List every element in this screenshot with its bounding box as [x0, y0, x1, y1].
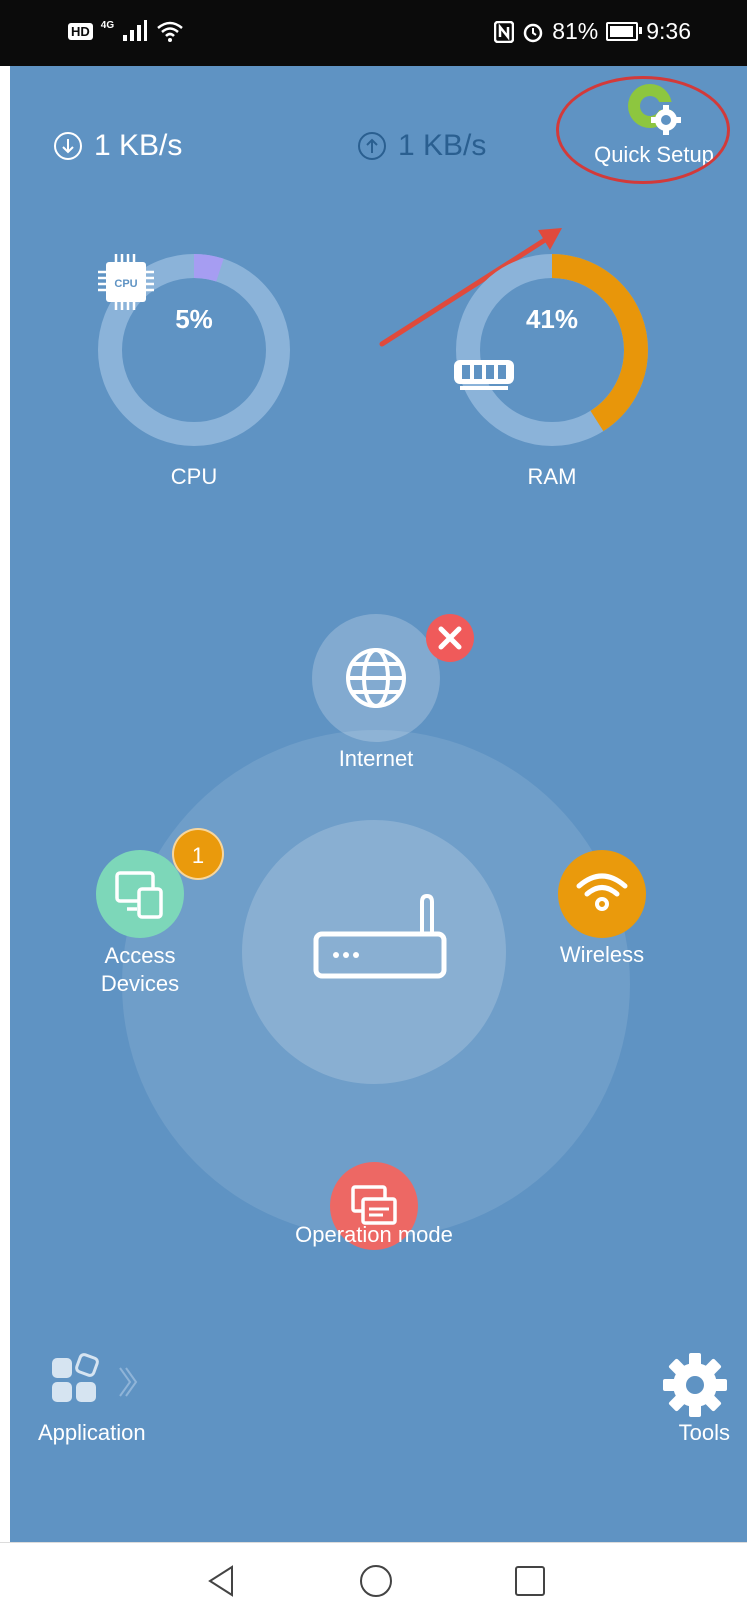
devices-icon [115, 871, 163, 919]
phone-screen: HD 4G 81% 9:36 1 KB/s 1 KB/s Quick Setup… [0, 0, 747, 1618]
upload-speed-value: 1 KB/s [398, 129, 487, 162]
access-devices-label-line2: Devices [100, 971, 180, 996]
cpu-chip-text: CPU [114, 278, 137, 290]
access-devices-count-badge: 1 [172, 828, 224, 880]
download-speed: 1 KB/s [52, 129, 182, 163]
internet-error-badge [426, 614, 474, 662]
globe-icon [346, 648, 406, 708]
ram-label: RAM [527, 464, 577, 489]
application-grid-icon [52, 1353, 138, 1402]
ram-gauge[interactable]: 41% [452, 250, 652, 450]
internet-label: Internet [338, 746, 414, 771]
error-x-icon [438, 626, 462, 650]
wifi-icon [576, 873, 628, 911]
router-dashboard: 1 KB/s 1 KB/s Quick Setup 5% CPU CPU 41%… [10, 66, 747, 1542]
download-speed-value: 1 KB/s [94, 129, 183, 162]
nfc-icon [494, 20, 515, 43]
download-icon [54, 132, 82, 160]
status-bar: HD 4G 81% 9:36 [0, 0, 747, 66]
cpu-label: CPU [170, 464, 218, 489]
wireless-label: Wireless [559, 942, 645, 967]
clock: 9:36 [646, 18, 691, 44]
access-devices-label: Access Devices [60, 942, 220, 998]
memory-icon [454, 360, 514, 390]
recents-icon[interactable] [510, 1561, 550, 1601]
status-left: HD 4G [68, 20, 184, 42]
access-devices-label-line1: Access [104, 943, 176, 968]
access-devices-button[interactable] [96, 850, 184, 938]
alarm-icon [523, 23, 543, 42]
wireless-button[interactable] [558, 850, 646, 938]
application-button[interactable]: Application [38, 1350, 178, 1446]
gear-icon [663, 1353, 727, 1417]
battery-icon [606, 22, 643, 41]
battery-percent: 81% [552, 18, 599, 44]
cpu-gauge[interactable]: 5% CPU [94, 250, 294, 450]
tools-button[interactable]: Tools [630, 1350, 730, 1446]
ram-value: 41% [525, 304, 579, 334]
operation-mode-label: Operation mode [295, 1222, 453, 1247]
upload-speed: 1 KB/s [356, 129, 486, 163]
tools-label: Tools [678, 1420, 730, 1445]
upload-icon [358, 132, 386, 160]
access-devices-count: 1 [191, 843, 205, 868]
wifi-status-icon [157, 21, 183, 42]
ram-gauge-ring [456, 254, 648, 446]
android-nav-bar [0, 1542, 747, 1618]
back-icon[interactable] [202, 1561, 242, 1601]
network-type: 4G [100, 19, 115, 31]
application-label: Application [38, 1420, 146, 1445]
status-right: 81% 9:36 [494, 18, 691, 45]
home-icon[interactable] [356, 1561, 396, 1601]
signal-icon [123, 20, 148, 41]
router-icon [313, 893, 447, 979]
annotation-highlight-ellipse [556, 76, 730, 184]
cpu-chip-icon: CPU [98, 254, 154, 310]
internet-button[interactable] [312, 614, 440, 742]
hd-badge: HD [68, 22, 93, 40]
